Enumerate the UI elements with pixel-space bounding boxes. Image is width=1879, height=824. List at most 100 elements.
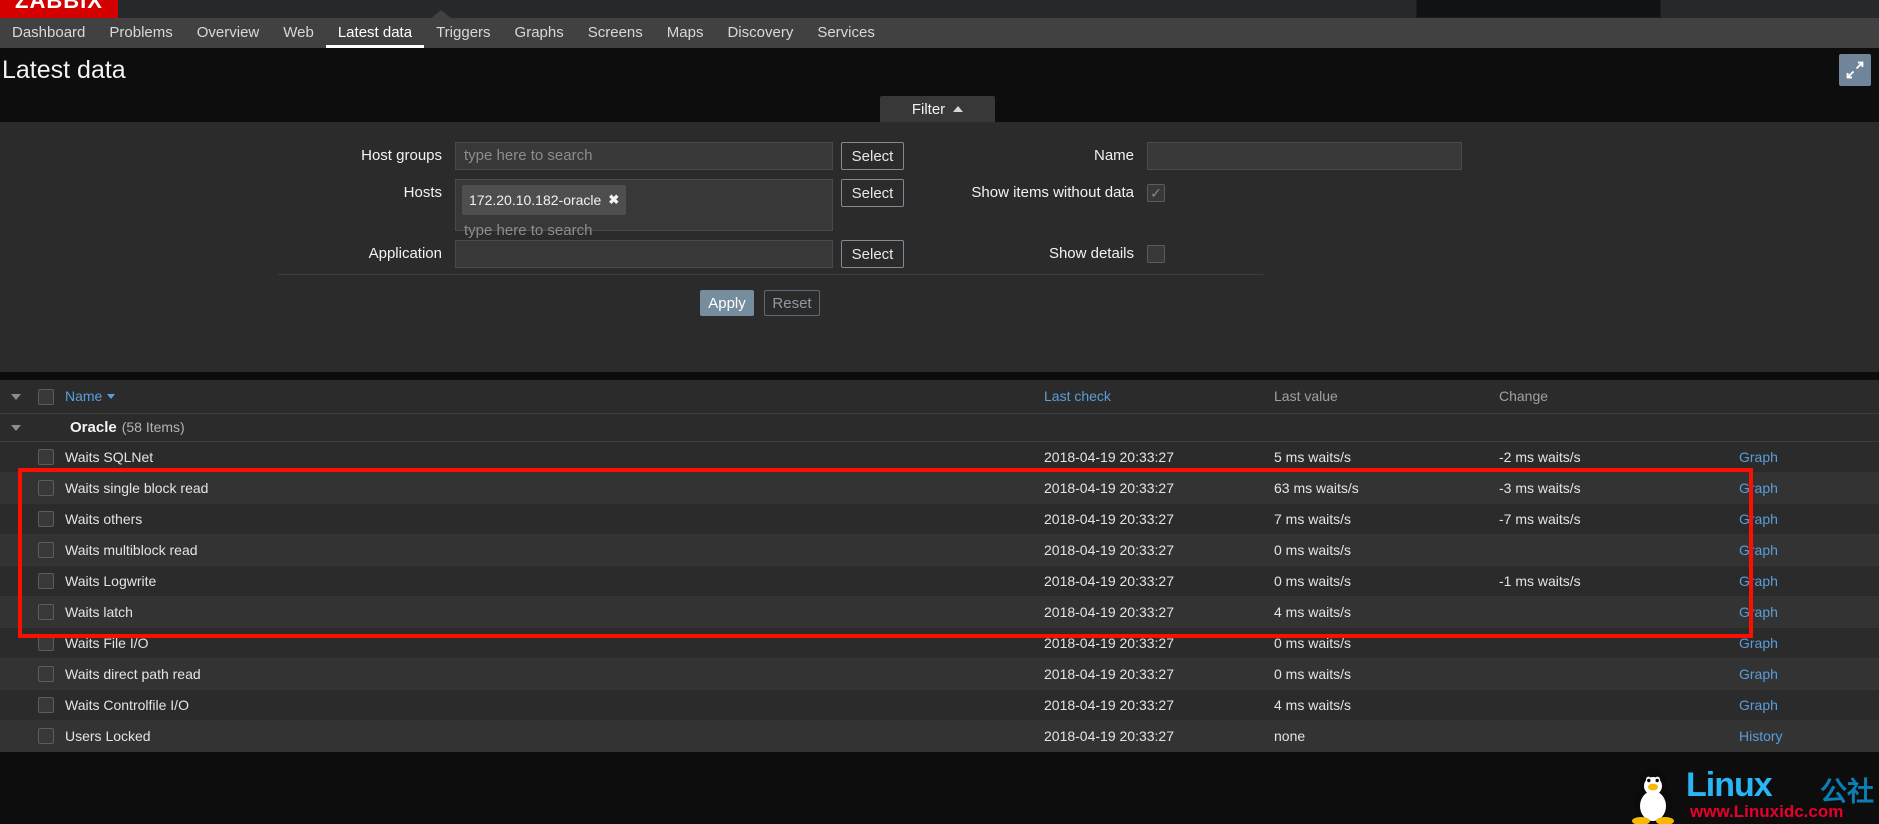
row-checkbox[interactable]: [38, 604, 54, 620]
row-checkbox-cell: [32, 697, 60, 713]
application-input[interactable]: [455, 240, 833, 268]
zabbix-logo[interactable]: ZABBIX: [0, 0, 118, 18]
row-checkbox[interactable]: [38, 542, 54, 558]
row-graph-link[interactable]: Graph: [1739, 697, 1778, 713]
filter-tab[interactable]: Filter: [880, 96, 995, 122]
filter-divider: [278, 274, 1263, 275]
row-item-name[interactable]: Waits single block read: [60, 480, 1044, 496]
name-input[interactable]: [1147, 142, 1462, 170]
expand-arrows-icon: [1846, 61, 1864, 79]
row-checkbox[interactable]: [38, 511, 54, 527]
row-item-name[interactable]: Waits multiblock read: [60, 542, 1044, 558]
row-item-name[interactable]: Waits others: [60, 511, 1044, 527]
hosts-input[interactable]: 172.20.10.182-oracle ✖ type here to sear…: [455, 179, 833, 239]
global-search-input[interactable]: [1416, 0, 1661, 18]
row-graph-link[interactable]: Graph: [1739, 511, 1778, 527]
row-item-name[interactable]: Waits direct path read: [60, 666, 1044, 682]
column-header-name-label: Name: [65, 387, 103, 404]
row-action-cell: Graph: [1699, 449, 1879, 465]
triangle-down-icon: [11, 424, 21, 431]
filter-row-hosts: Hosts 172.20.10.182-oracle ✖ type here t…: [0, 179, 1520, 239]
host-groups-select-button[interactable]: Select: [841, 142, 904, 170]
row-checkbox[interactable]: [38, 573, 54, 589]
expand-all-toggle[interactable]: [0, 393, 32, 400]
filter-tab-label: Filter: [911, 100, 946, 118]
nav-item-services[interactable]: Services: [805, 18, 887, 48]
row-checkbox[interactable]: [38, 728, 54, 744]
row-last-value: 5 ms waits/s: [1274, 449, 1352, 465]
nav-item-latest-data[interactable]: Latest data: [325, 18, 425, 48]
row-graph-link[interactable]: Graph: [1739, 635, 1778, 651]
row-change: -7 ms waits/s: [1499, 511, 1581, 527]
latest-data-table: Name Last check Last value Change Oracle…: [0, 380, 1879, 752]
host-token[interactable]: 172.20.10.182-oracle ✖: [462, 185, 627, 215]
reset-button[interactable]: Reset: [764, 290, 820, 316]
tux-penguin-icon: [1632, 768, 1674, 824]
host-token-label: 172.20.10.182-oracle: [469, 192, 602, 208]
kiosk-mode-button[interactable]: [1839, 54, 1871, 86]
row-graph-link[interactable]: Graph: [1739, 666, 1778, 682]
column-header-name[interactable]: Name: [60, 388, 1044, 406]
row-item-name[interactable]: Waits latch: [60, 604, 1044, 620]
application-select-button[interactable]: Select: [841, 240, 904, 268]
top-bar: ZABBIX: [0, 0, 1879, 18]
row-last-value: 7 ms waits/s: [1274, 511, 1352, 527]
row-checkbox-cell: [32, 480, 60, 496]
nav-item-web[interactable]: Web: [271, 18, 326, 48]
group-expand-toggle[interactable]: [0, 424, 32, 431]
row-item-name[interactable]: Waits Logwrite: [60, 573, 1044, 589]
nav-item-overview[interactable]: Overview: [185, 18, 272, 48]
column-header-last-check-label: Last check: [1044, 387, 1111, 404]
row-graph-link[interactable]: Graph: [1739, 573, 1778, 589]
column-header-change-label: Change: [1499, 387, 1549, 404]
row-item-name[interactable]: Waits File I/O: [60, 635, 1044, 651]
row-graph-link[interactable]: Graph: [1739, 604, 1778, 620]
row-action-cell: Graph: [1699, 573, 1879, 589]
row-checkbox-cell: [32, 573, 60, 589]
row-last-check: 2018-04-19 20:33:27: [1044, 511, 1174, 527]
row-checkbox-cell: [32, 666, 60, 682]
triangle-down-icon: [11, 393, 21, 400]
close-icon[interactable]: ✖: [608, 187, 619, 213]
row-item-name[interactable]: Waits Controlfile I/O: [60, 697, 1044, 713]
row-graph-link[interactable]: Graph: [1739, 480, 1778, 496]
nav-item-triggers[interactable]: Triggers: [424, 18, 502, 48]
nav-item-dashboard[interactable]: Dashboard: [0, 18, 97, 48]
nav-item-graphs[interactable]: Graphs: [503, 18, 576, 48]
host-groups-input[interactable]: type here to search: [455, 142, 833, 170]
nav-item-discovery[interactable]: Discovery: [715, 18, 805, 48]
nav-item-maps[interactable]: Maps: [655, 18, 716, 48]
row-graph-link[interactable]: History: [1739, 728, 1783, 744]
table-body: Waits SQLNet 2018-04-19 20:33:27 5 ms wait…: [0, 442, 1879, 752]
apply-button[interactable]: Apply: [700, 290, 754, 316]
row-item-name[interactable]: Waits SQLNet: [60, 449, 1044, 465]
row-checkbox[interactable]: [38, 480, 54, 496]
select-all-checkbox[interactable]: [38, 388, 54, 405]
row-checkbox-cell: [32, 542, 60, 558]
nav-item-screens[interactable]: Screens: [576, 18, 655, 48]
column-header-last-check[interactable]: Last check: [1044, 388, 1274, 406]
triangle-up-icon: [953, 106, 964, 112]
show-items-without-data-checkbox[interactable]: ✓: [1147, 184, 1165, 202]
row-change: -1 ms waits/s: [1499, 573, 1581, 589]
hosts-select-button[interactable]: Select: [841, 179, 904, 207]
page-title: Latest data: [2, 56, 126, 84]
row-checkbox[interactable]: [38, 697, 54, 713]
show-details-label: Show details: [1048, 245, 1134, 262]
row-graph-link[interactable]: Graph: [1739, 449, 1778, 465]
row-checkbox[interactable]: [38, 449, 54, 465]
nav-item-problems[interactable]: Problems: [97, 18, 184, 48]
row-checkbox-cell: [32, 604, 60, 620]
main-navigation: Dashboard Problems Overview Web Latest data T…: [0, 10, 1879, 48]
name-label: Name: [1093, 147, 1134, 164]
row-graph-link[interactable]: Graph: [1739, 542, 1778, 558]
table-row: Waits latch 2018-04-19 20:33:27 4 ms waits…: [0, 597, 1879, 628]
row-checkbox[interactable]: [38, 635, 54, 651]
watermark-brand: Linux: [1686, 766, 1773, 804]
row-item-name[interactable]: Users Locked: [60, 728, 1044, 744]
show-details-checkbox[interactable]: [1147, 245, 1165, 263]
row-checkbox[interactable]: [38, 666, 54, 682]
watermark-url: www.Linuxidc.com: [1690, 802, 1844, 821]
group-name: Oracle: [70, 418, 117, 436]
nav-active-caret-icon: [430, 10, 452, 19]
